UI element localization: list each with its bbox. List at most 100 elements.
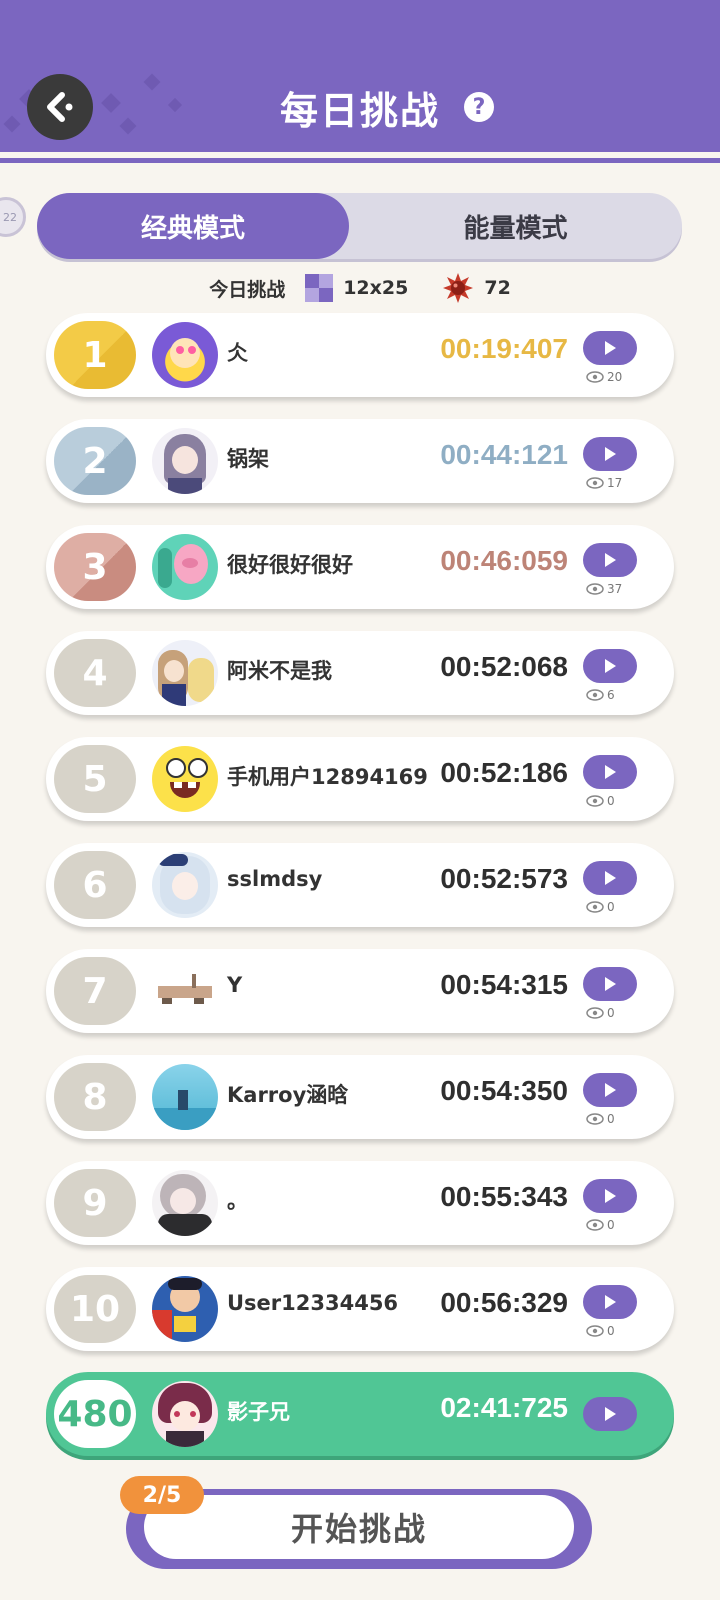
tab-classic-mode[interactable]: 经典模式: [37, 193, 349, 259]
eye-icon: [586, 1007, 604, 1019]
leaderboard-row[interactable]: 4 阿米不是我 00:52:068 6: [46, 631, 674, 715]
finish-time: 00:55:343: [440, 1181, 568, 1212]
page-title: 每日挑战: [279, 89, 440, 133]
leaderboard-row[interactable]: 5 手机用户12894169 00:52:186 0: [46, 737, 674, 821]
eye-icon: [586, 795, 604, 807]
view-count-value: 0: [607, 900, 615, 914]
avatar: [152, 322, 218, 388]
rank-badge: 1: [54, 321, 136, 389]
play-icon: [605, 1083, 616, 1097]
leaderboard-row[interactable]: 7 Y 00:54:315 0: [46, 949, 674, 1033]
view-count-value: 0: [607, 1112, 615, 1126]
player-name: Karroy涵晗: [227, 1083, 349, 1107]
eye-icon: [586, 371, 604, 383]
replay-button[interactable]: [583, 331, 637, 365]
start-challenge-button[interactable]: 开始挑战: [144, 1495, 574, 1559]
play-icon: [605, 871, 616, 885]
player-name: Y: [227, 973, 243, 997]
leaderboard-row[interactable]: 6 sslmdsy 00:52:573 0: [46, 843, 674, 927]
rank-badge: 6: [54, 851, 136, 919]
rank-badge: 5: [54, 745, 136, 813]
attempts-badge: 2/5: [120, 1476, 204, 1514]
avatar: [152, 852, 218, 918]
challenge-info: 今日挑战 12x25 72: [0, 272, 720, 304]
my-rank-row[interactable]: 480 影子兄 02:41:725: [46, 1372, 674, 1456]
play-icon: [605, 765, 616, 779]
leaderboard-row[interactable]: 10 User12334456 00:56:329 0: [46, 1267, 674, 1351]
play-icon: [605, 659, 616, 673]
mode-tabs: 经典模式 能量模式: [37, 193, 682, 259]
view-count: 20: [586, 370, 622, 384]
avatar: [152, 534, 218, 600]
view-count-value: 37: [607, 582, 623, 596]
eye-icon: [586, 477, 604, 489]
replay-button[interactable]: [583, 1285, 637, 1319]
eye-icon: [586, 1325, 604, 1337]
challenge-label: 今日挑战: [209, 278, 286, 301]
play-icon: [605, 1295, 616, 1309]
leaderboard-row[interactable]: 9 。 00:55:343 0: [46, 1161, 674, 1245]
finish-time: 00:52:068: [440, 651, 568, 682]
tab-energy-mode[interactable]: 能量模式: [349, 193, 682, 259]
leaderboard-row[interactable]: 1 仌 00:19:407 20: [46, 313, 674, 397]
replay-button[interactable]: [583, 649, 637, 683]
player-name: 。: [227, 1189, 248, 1213]
finish-time: 00:52:186: [440, 757, 568, 788]
replay-button[interactable]: [583, 755, 637, 789]
my-replay-button[interactable]: [583, 1397, 637, 1431]
my-finish-time: 02:41:725: [440, 1392, 568, 1423]
view-count: 0: [586, 900, 615, 914]
leaderboard-row[interactable]: 8 Karroy涵晗 00:54:350 0: [46, 1055, 674, 1139]
eye-icon: [586, 901, 604, 913]
finish-time: 00:54:315: [440, 969, 568, 1000]
finish-time: 00:56:329: [440, 1287, 568, 1318]
rank-badge: 3: [54, 533, 136, 601]
rank-badge: 8: [54, 1063, 136, 1131]
view-count: 0: [586, 794, 615, 808]
eye-icon: [586, 1113, 604, 1125]
view-count: 6: [586, 688, 615, 702]
player-name: 手机用户12894169: [227, 765, 428, 789]
view-count: 0: [586, 1006, 615, 1020]
play-icon: [605, 977, 616, 991]
player-name: 锅架: [227, 447, 269, 471]
replay-button[interactable]: [583, 967, 637, 1001]
view-count: 17: [586, 476, 622, 490]
avatar: [152, 958, 218, 1024]
grid-size-icon: [305, 274, 334, 302]
player-name: 仌: [227, 341, 248, 365]
view-count-value: 0: [607, 1006, 615, 1020]
player-name: User12334456: [227, 1291, 399, 1315]
view-count-value: 17: [607, 476, 623, 490]
leaderboard-row[interactable]: 2 锅架 00:44:121 17: [46, 419, 674, 503]
finish-time: 00:52:573: [440, 863, 568, 894]
header-divider: [0, 158, 720, 163]
avatar: [152, 640, 218, 706]
my-rank-badge: 480: [54, 1380, 136, 1448]
avatar: [152, 1170, 218, 1236]
rank-badge: 10: [54, 1275, 136, 1343]
leaderboard-row[interactable]: 3 很好很好很好 00:46:059 37: [46, 525, 674, 609]
replay-button[interactable]: [583, 1073, 637, 1107]
player-name: 很好很好很好: [227, 553, 353, 577]
view-count: 0: [586, 1218, 615, 1232]
view-count-value: 6: [607, 688, 615, 702]
finish-time: 00:44:121: [440, 439, 568, 470]
eye-icon: [586, 1219, 604, 1231]
eye-icon: [586, 689, 604, 701]
grid-size-value: 12x25: [343, 277, 409, 299]
view-count: 0: [586, 1112, 615, 1126]
finish-time: 00:54:350: [440, 1075, 568, 1106]
mine-count: 72: [484, 277, 511, 299]
help-icon[interactable]: ?: [464, 92, 494, 122]
replay-button[interactable]: [583, 543, 637, 577]
my-avatar: [152, 1381, 218, 1447]
replay-button[interactable]: [583, 1179, 637, 1213]
play-icon: [605, 553, 616, 567]
finish-time: 00:19:407: [440, 333, 568, 364]
replay-button[interactable]: [583, 861, 637, 895]
play-icon: [605, 341, 616, 355]
avatar: [152, 1276, 218, 1342]
replay-button[interactable]: [583, 437, 637, 471]
play-icon: [605, 447, 616, 461]
